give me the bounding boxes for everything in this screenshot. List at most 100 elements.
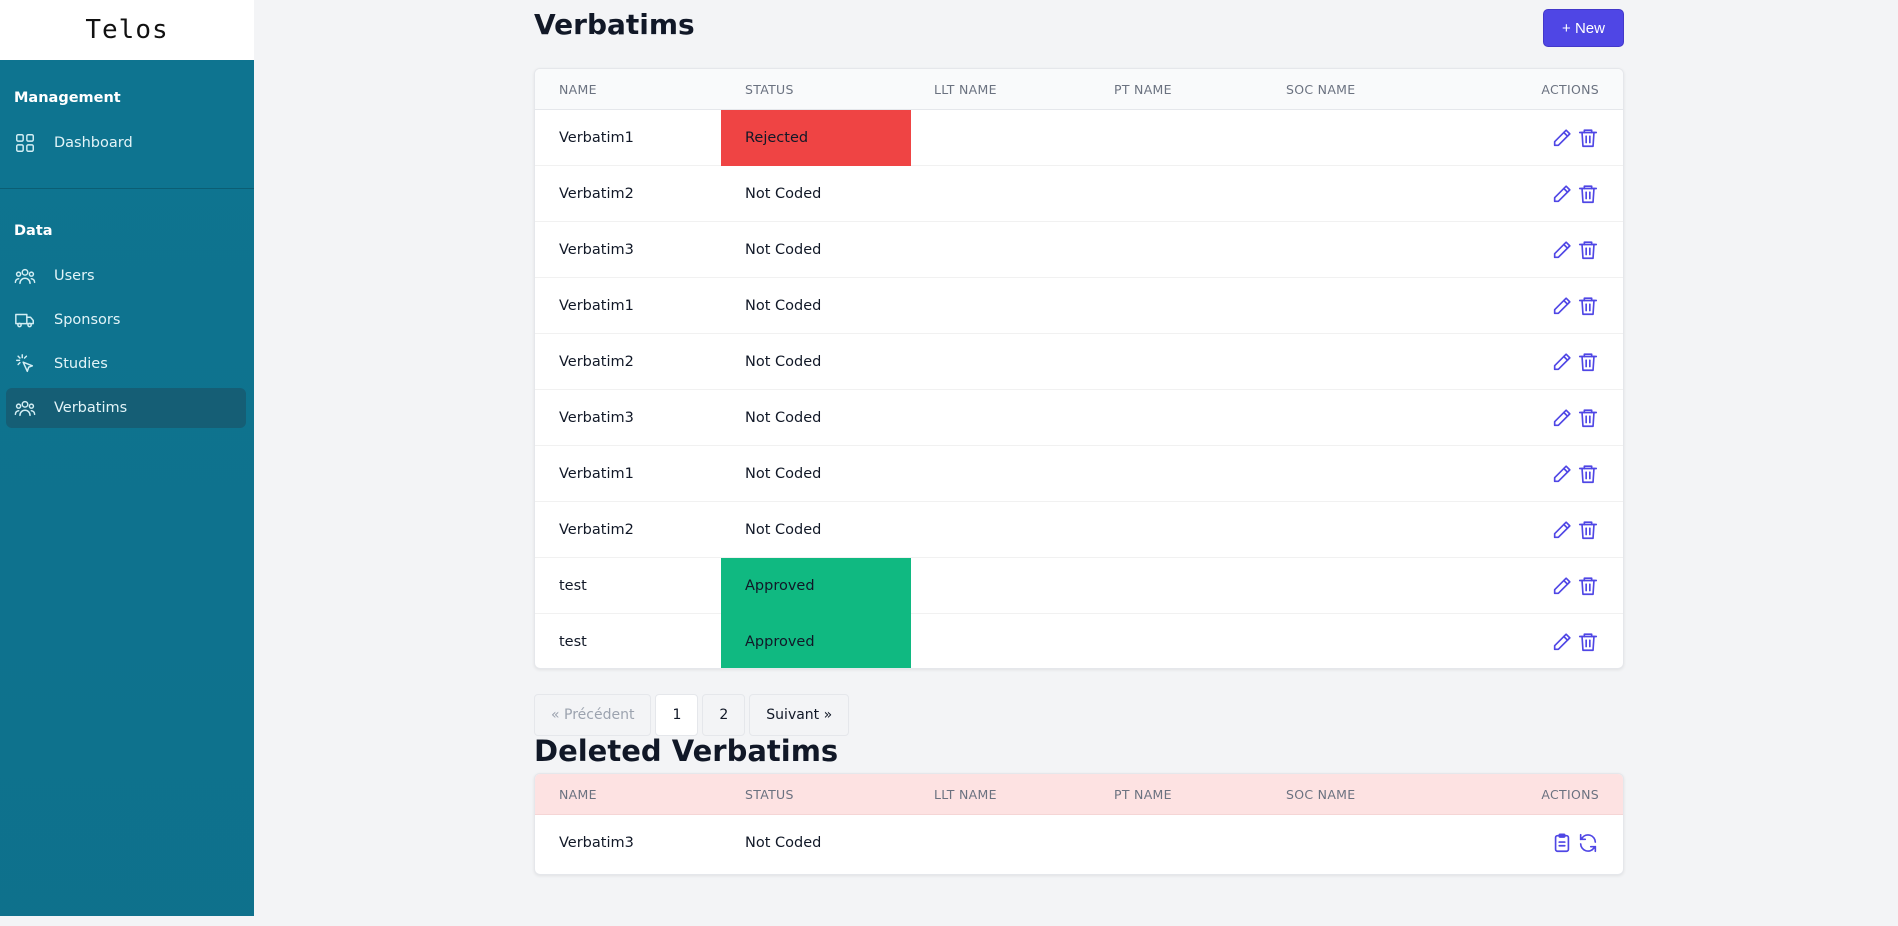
sidebar-item-label: Sponsors [54,312,121,328]
delete-trash-icon[interactable] [1577,631,1599,653]
delete-trash-icon[interactable] [1577,295,1599,317]
delete-trash-icon[interactable] [1577,407,1599,429]
deleted-verbatims-table: NAME STATUS LLT NAME PT NAME SOC NAME AC… [534,773,1624,875]
table-header: NAME STATUS LLT NAME PT NAME SOC NAME AC… [535,774,1623,815]
sidebar-item-studies[interactable]: Studies [6,344,246,384]
column-header-llt-name: LLT NAME [934,786,997,802]
table-header: NAME STATUS LLT NAME PT NAME SOC NAME AC… [535,69,1623,110]
sidebar-item-label: Verbatims [54,400,128,416]
edit-pencil-icon[interactable] [1551,295,1573,317]
status-badge: Not Coded [745,522,822,538]
grid-icon [14,132,36,154]
column-header-pt-name: PT NAME [1114,81,1172,97]
sidebar-heading-data: Data [14,223,53,239]
edit-pencil-icon[interactable] [1551,519,1573,541]
sidebar-item-sponsors[interactable]: Sponsors [6,300,246,340]
table-row: Verbatim1 Rejected [535,110,1623,166]
table-row: Verbatim1 Not Coded [535,278,1623,334]
page-title: Verbatims [534,8,695,41]
row-actions [1551,110,1599,166]
delete-trash-icon[interactable] [1577,239,1599,261]
delete-trash-icon[interactable] [1577,127,1599,149]
table-row: test Approved [535,558,1623,614]
sidebar-item-label: Users [54,268,95,284]
verbatim-name: test [559,578,587,594]
status-badge: Approved [721,558,911,614]
verbatim-name: Verbatim2 [559,354,634,370]
column-header-status: STATUS [745,81,794,97]
status-badge: Not Coded [745,354,822,370]
deleted-section-title: Deleted Verbatims [534,734,839,768]
row-actions [1551,222,1599,278]
edit-pencil-icon[interactable] [1551,631,1573,653]
status-badge: Not Coded [745,410,822,426]
pagination: « Précédent 1 2 Suivant » [534,694,850,736]
verbatim-name: Verbatim2 [559,186,634,202]
column-header-actions: ACTIONS [1541,786,1599,802]
edit-pencil-icon[interactable] [1551,351,1573,373]
verbatim-name: Verbatim3 [559,835,634,851]
row-actions [1551,334,1599,390]
delete-trash-icon[interactable] [1577,183,1599,205]
table-row: Verbatim2 Not Coded [535,334,1623,390]
row-actions [1551,278,1599,334]
column-header-name: NAME [559,786,597,802]
status-badge: Not Coded [745,466,822,482]
verbatim-name: Verbatim1 [559,298,634,314]
new-verbatim-button[interactable]: + New [1543,9,1624,47]
page-1-button[interactable]: 1 [655,694,699,736]
table-row: Verbatim3 Not Coded [535,222,1623,278]
row-actions [1551,446,1599,502]
edit-pencil-icon[interactable] [1551,127,1573,149]
verbatim-name: Verbatim1 [559,130,634,146]
edit-pencil-icon[interactable] [1551,239,1573,261]
sidebar-item-verbatims[interactable]: Verbatims [6,388,246,428]
users-icon [14,397,36,419]
sidebar-heading-management: Management [14,90,121,106]
table-row: Verbatim3 Not Coded [535,815,1623,871]
delete-trash-icon[interactable] [1577,575,1599,597]
restore-refresh-icon[interactable] [1577,832,1599,854]
edit-pencil-icon[interactable] [1551,575,1573,597]
table-body: Verbatim3 Not Coded [535,815,1623,871]
clipboard-icon[interactable] [1551,832,1573,854]
edit-pencil-icon[interactable] [1551,463,1573,485]
sidebar: Management Dashboard Data Users Sponsors [0,60,254,916]
row-actions [1551,614,1599,668]
sidebar-item-users[interactable]: Users [6,256,246,296]
delete-trash-icon[interactable] [1577,463,1599,485]
row-actions [1551,558,1599,614]
users-icon [14,265,36,287]
delete-trash-icon[interactable] [1577,519,1599,541]
sidebar-divider [0,188,254,189]
app-logo[interactable]: Telos [0,0,254,60]
column-header-pt-name: PT NAME [1114,786,1172,802]
verbatim-name: test [559,634,587,650]
sidebar-item-label: Dashboard [54,135,133,151]
sidebar-item-dashboard[interactable]: Dashboard [6,123,246,163]
row-actions [1551,815,1599,871]
table-row: Verbatim2 Not Coded [535,166,1623,222]
column-header-soc-name: SOC NAME [1286,81,1356,97]
row-actions [1551,502,1599,558]
app-name: Telos [85,15,169,45]
status-badge: Rejected [721,110,911,166]
verbatim-name: Verbatim3 [559,242,634,258]
next-page-button[interactable]: Suivant » [749,694,850,736]
edit-pencil-icon[interactable] [1551,183,1573,205]
row-actions [1551,390,1599,446]
status-badge: Not Coded [745,242,822,258]
status-badge: Approved [721,614,911,668]
verbatim-name: Verbatim3 [559,410,634,426]
table-row: Verbatim3 Not Coded [535,390,1623,446]
delete-trash-icon[interactable] [1577,351,1599,373]
column-header-name: NAME [559,81,597,97]
table-row: test Approved [535,614,1623,668]
sidebar-item-label: Studies [54,356,108,372]
edit-pencil-icon[interactable] [1551,407,1573,429]
column-header-soc-name: SOC NAME [1286,786,1356,802]
column-header-llt-name: LLT NAME [934,81,997,97]
prev-page-button[interactable]: « Précédent [534,694,652,736]
page-2-button[interactable]: 2 [702,694,746,736]
table-body: Verbatim1 Rejected Verbatim2 Not Coded Verba… [535,110,1623,668]
